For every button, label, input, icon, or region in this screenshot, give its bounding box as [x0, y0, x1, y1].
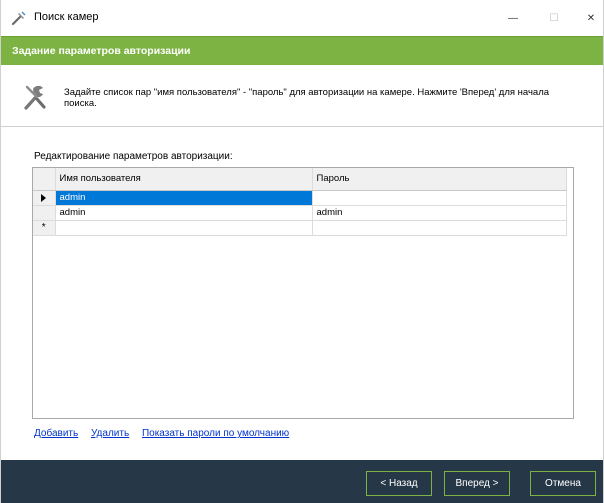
row-header[interactable]	[33, 205, 56, 221]
row-header-new[interactable]: *	[33, 220, 56, 236]
tools-icon	[23, 83, 47, 111]
back-button[interactable]: < Назад	[366, 471, 432, 496]
section-label: Редактирование параметров авторизации:	[34, 151, 233, 162]
minimize-icon: —	[508, 12, 518, 24]
username-cell[interactable]: admin	[55, 190, 313, 206]
intro-text: Задайте список пар "имя пользователя" - …	[64, 87, 550, 109]
show-default-passwords-link[interactable]: Показать пароли по умолчанию	[142, 428, 289, 439]
password-cell[interactable]: admin	[312, 205, 567, 221]
wrench-icon	[11, 10, 27, 26]
new-row-icon: *	[41, 221, 46, 233]
intro-panel: Задайте список пар "имя пользователя" - …	[1, 65, 603, 127]
row-header-current[interactable]	[33, 190, 56, 206]
title-bar: Поиск камер — ☐ ✕	[1, 0, 603, 36]
window-title: Поиск камер	[34, 11, 99, 23]
current-row-arrow-icon	[41, 193, 47, 202]
username-cell[interactable]: admin	[55, 205, 313, 221]
username-cell-new[interactable]	[55, 220, 313, 236]
table-row-new[interactable]: *	[33, 220, 567, 236]
add-link[interactable]: Добавить	[34, 428, 78, 439]
password-cell[interactable]	[312, 190, 567, 206]
table-row[interactable]: admin admin	[33, 205, 567, 221]
cancel-button[interactable]: Отмена	[530, 471, 596, 496]
wizard-step-title: Задание параметров авторизации	[12, 45, 191, 57]
close-icon: ✕	[586, 12, 596, 24]
column-header-password[interactable]: Пароль	[312, 168, 567, 191]
maximize-icon: ☐	[549, 12, 559, 24]
grid-actions: Добавить Удалить Показать пароли по умол…	[34, 428, 299, 439]
delete-link[interactable]: Удалить	[91, 428, 129, 439]
close-button[interactable]: ✕	[569, 0, 604, 36]
password-cell-new[interactable]	[312, 220, 567, 236]
wizard-footer: < Назад Вперед > Отмена	[1, 460, 603, 503]
table-row[interactable]: admin	[33, 190, 567, 206]
grid-corner-cell	[33, 168, 56, 191]
column-header-username[interactable]: Имя пользователя	[55, 168, 313, 191]
wizard-header: Задание параметров авторизации	[1, 36, 603, 65]
search-cameras-window: Поиск камер — ☐ ✕ Задание параметров авт…	[0, 0, 604, 503]
minimize-button[interactable]: —	[491, 0, 535, 36]
next-button[interactable]: Вперед >	[444, 471, 510, 496]
grid-header-row: Имя пользователя Пароль	[33, 168, 567, 191]
credentials-grid[interactable]: Имя пользователя Пароль admin admin admi…	[32, 167, 574, 419]
